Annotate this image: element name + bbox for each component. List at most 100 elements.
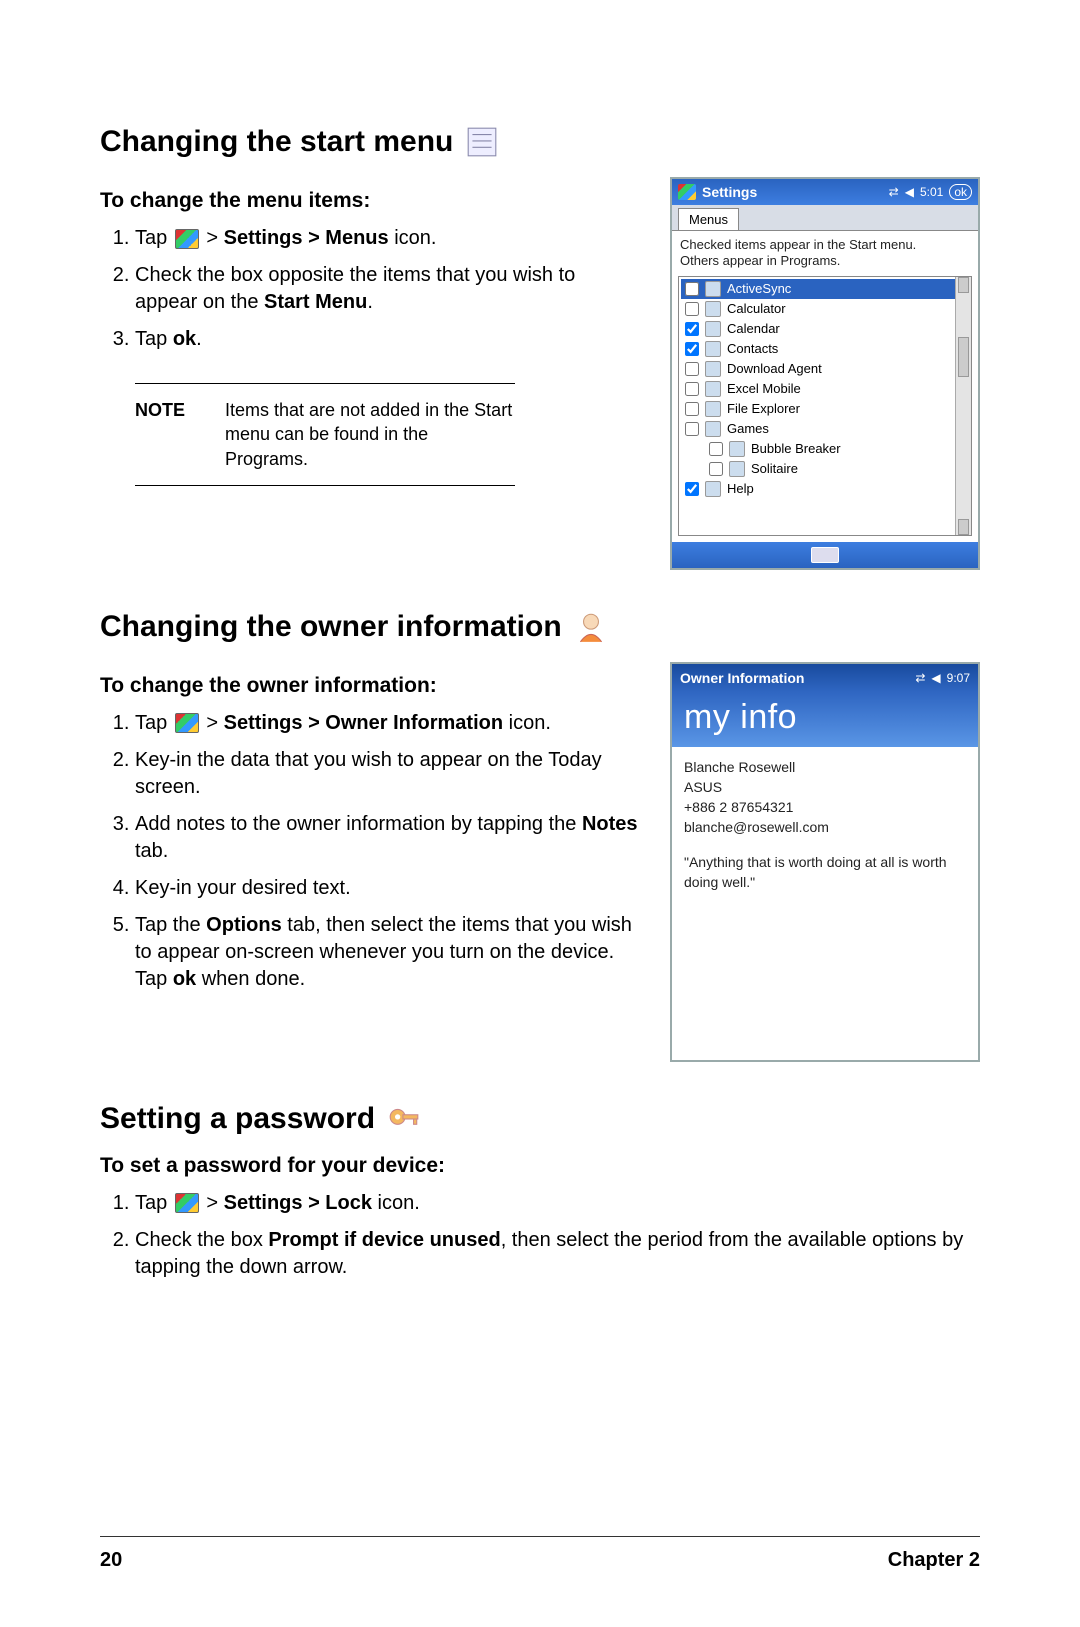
step: Tap > Settings > Menus icon. [135, 225, 640, 252]
steps-list-1: Tap > Settings > Menus icon. Check the b… [100, 225, 640, 353]
subheading-password: To set a password for your device: [100, 1154, 980, 1178]
page-number: 20 [100, 1549, 122, 1572]
start-flag-icon[interactable] [678, 184, 696, 200]
item-label: Download Agent [727, 361, 822, 376]
volume-icon: ◀ [931, 671, 940, 685]
app-icon [705, 401, 721, 417]
heading-text: Changing the owner information [100, 610, 562, 644]
clock-text: 5:01 [920, 185, 943, 199]
titlebar-title: Owner Information [680, 670, 909, 686]
list-item[interactable]: Calendar [681, 319, 969, 339]
tab-strip: Menus [672, 205, 978, 231]
owner-info-body: Blanche Rosewell ASUS +886 2 87654321 bl… [672, 747, 978, 1060]
list-item[interactable]: File Explorer [681, 399, 969, 419]
list-item[interactable]: Help [681, 479, 969, 499]
windows-flag-icon [175, 713, 199, 733]
step: Tap > Settings > Owner Information icon. [135, 710, 640, 737]
item-label: Calculator [727, 301, 786, 316]
list-item[interactable]: Calculator [681, 299, 969, 319]
checkbox[interactable] [685, 342, 699, 356]
checkbox[interactable] [709, 462, 723, 476]
owner-quote: "Anything that is worth doing at all is … [684, 852, 966, 893]
note-label: NOTE [135, 398, 185, 471]
subheading-menu-items: To change the menu items: [100, 189, 640, 213]
item-label: File Explorer [727, 401, 800, 416]
checklist-icon [465, 125, 499, 159]
steps-list-3: Tap > Settings > Lock icon. Check the bo… [100, 1190, 980, 1281]
step: Key-in your desired text. [135, 875, 640, 902]
checkbox[interactable] [685, 402, 699, 416]
owner-email: blanche@rosewell.com [684, 817, 966, 837]
screenshot-owner-info: Owner Information ⇄ ◀ 9:07 my info Blanc… [670, 662, 980, 1062]
checkbox[interactable] [685, 362, 699, 376]
keyboard-icon[interactable] [811, 547, 839, 563]
item-label: Games [727, 421, 769, 436]
checkbox[interactable] [685, 322, 699, 336]
step: Key-in the data that you wish to appear … [135, 747, 640, 801]
step: Check the box opposite the items that yo… [135, 262, 640, 316]
list-item[interactable]: Games [681, 419, 969, 439]
checkbox[interactable] [709, 442, 723, 456]
titlebar-status: ⇄ ◀ 9:07 [915, 671, 970, 685]
checkbox[interactable] [685, 422, 699, 436]
list-item[interactable]: Download Agent [681, 359, 969, 379]
app-icon [705, 481, 721, 497]
section-heading-password: Setting a password [100, 1102, 980, 1136]
step: Add notes to the owner information by ta… [135, 811, 640, 865]
clock-text: 9:07 [947, 671, 970, 685]
tab-menus[interactable]: Menus [678, 208, 739, 230]
app-icon [705, 381, 721, 397]
item-label: Excel Mobile [727, 381, 801, 396]
app-icon [729, 441, 745, 457]
checkbox[interactable] [685, 482, 699, 496]
app-icon [705, 421, 721, 437]
owner-icon [574, 610, 608, 644]
device-titlebar: Owner Information ⇄ ◀ 9:07 [672, 664, 978, 692]
checkbox[interactable] [685, 302, 699, 316]
scrollbar-vertical[interactable] [955, 277, 971, 535]
windows-flag-icon [175, 229, 199, 249]
device-titlebar: Settings ⇄ ◀ 5:01 ok [672, 179, 978, 205]
titlebar-status: ⇄ ◀ 5:01 ok [889, 184, 972, 200]
note-box: NOTE Items that are not added in the Sta… [135, 383, 515, 486]
list-item[interactable]: Excel Mobile [681, 379, 969, 399]
list-item[interactable]: ActiveSync [681, 279, 969, 299]
step: Tap ok. [135, 326, 640, 353]
step: Tap the Options tab, then select the ite… [135, 912, 640, 993]
note-text: Items that are not added in the Start me… [225, 398, 515, 471]
app-icon [705, 321, 721, 337]
app-icon [729, 461, 745, 477]
owner-name: Blanche Rosewell [684, 757, 966, 777]
helper-text: Checked items appear in the Start menu. … [672, 231, 978, 272]
lock-key-icon [387, 1102, 421, 1136]
step: Check the box Prompt if device unused, t… [135, 1227, 980, 1281]
app-icon [705, 301, 721, 317]
heading-text: Changing the start menu [100, 125, 453, 159]
list-item[interactable]: Bubble Breaker [681, 439, 969, 459]
windows-flag-icon [175, 1193, 199, 1213]
signal-icon: ⇄ [889, 185, 899, 199]
owner-phone: +886 2 87654321 [684, 797, 966, 817]
chapter-label: Chapter 2 [888, 1549, 980, 1572]
item-label: Calendar [727, 321, 780, 336]
checkbox[interactable] [685, 382, 699, 396]
heading-text: Setting a password [100, 1102, 375, 1136]
titlebar-title: Settings [702, 184, 883, 200]
section-heading-start-menu: Changing the start menu [100, 125, 980, 159]
list-item[interactable]: Contacts [681, 339, 969, 359]
app-icon [705, 361, 721, 377]
item-label: Contacts [727, 341, 778, 356]
steps-list-2: Tap > Settings > Owner Information icon.… [100, 710, 640, 993]
screenshot-menus-settings: Settings ⇄ ◀ 5:01 ok Menus Checked items… [670, 177, 980, 570]
list-item[interactable]: Solitaire [681, 459, 969, 479]
subheading-owner-info: To change the owner information: [100, 674, 640, 698]
item-label: ActiveSync [727, 281, 791, 296]
item-label: Help [727, 481, 754, 496]
signal-icon: ⇄ [915, 671, 925, 685]
section-heading-owner-info: Changing the owner information [100, 610, 980, 644]
item-label: Bubble Breaker [751, 441, 841, 456]
step: Tap > Settings > Lock icon. [135, 1190, 980, 1217]
checkbox[interactable] [685, 282, 699, 296]
item-label: Solitaire [751, 461, 798, 476]
ok-button[interactable]: ok [949, 184, 972, 200]
